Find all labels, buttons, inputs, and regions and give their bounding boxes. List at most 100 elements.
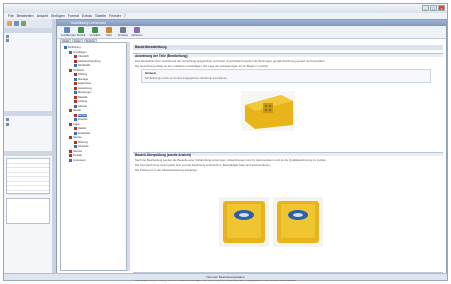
application-window: – □ × File Bearbeiten Ansicht Einfügen Forma…: [3, 3, 448, 282]
grid-cell: [7, 159, 8, 163]
toolbar-icon-2[interactable]: [14, 21, 19, 26]
title-bar: – □ ×: [4, 4, 447, 13]
help-toolbar-label: Start: [106, 33, 112, 37]
page-icon: [74, 100, 77, 103]
tree-node-label: Auswertung: [78, 86, 92, 90]
tree-node[interactable]: Hinweise: [74, 145, 89, 148]
page-icon: [74, 59, 77, 63]
tree-node-label: Werkstoffe: [78, 64, 91, 67]
grid-cell: [7, 182, 8, 186]
page-icon: [74, 73, 77, 76]
tree-node-label: Einführung: [68, 46, 81, 49]
toolbar-icon-1[interactable]: [7, 21, 12, 26]
tree-node-label: Geräte: [73, 109, 81, 112]
note-text: Die Bohrungen sind nur mit dem freigegeb…: [145, 77, 228, 80]
tree-node[interactable]: Kontakt: [69, 154, 82, 157]
left-panel-row[interactable]: [6, 35, 50, 38]
page-icon: [74, 86, 77, 90]
help-toolbar-button[interactable]: Zurück: [75, 27, 87, 37]
help-window-title: Ausbildung Lernmodul: [71, 21, 106, 25]
left-panel-grid[interactable]: [6, 158, 50, 195]
tree-node[interactable]: Anhang: [74, 100, 87, 103]
tree-node[interactable]: Arbeitsvorbereitung: [74, 59, 101, 63]
left-panel-grid-2[interactable]: [6, 198, 50, 224]
paragraph-2b: Die Kennzeichnung muss lesbar sein und d…: [135, 163, 271, 167]
tree-node[interactable]: Messungen: [74, 91, 91, 94]
left-panel-section: [4, 151, 52, 156]
tree-node[interactable]: Glossar: [74, 104, 87, 108]
part-image-1: [241, 91, 295, 131]
page-icon: [74, 127, 77, 130]
tree-node[interactable]: Montage: [74, 77, 89, 81]
tree-node[interactable]: Bauteile: [74, 95, 87, 99]
help-toolbar-button[interactable]: Ausblenden: [61, 27, 76, 37]
tree-node-label: Montage: [78, 77, 89, 81]
tree-node[interactable]: Auswertung: [74, 86, 92, 90]
left-panel-row[interactable]: [6, 123, 50, 126]
help-toolbar-label: Optionen: [131, 33, 143, 37]
tree-node[interactable]: Ersatzteile: [74, 131, 91, 135]
tree-node-label: Wartung: [78, 140, 88, 144]
left-panel-row[interactable]: [6, 39, 50, 42]
toolbar-icon-3[interactable]: [21, 21, 26, 26]
tree-node[interactable]: Beispiel: [74, 113, 88, 117]
tree-node-label: Impressum: [73, 158, 86, 162]
item-icon: [6, 123, 9, 126]
tree-node[interactable]: Grundlagen: [69, 50, 87, 54]
content-pane: Bauteilbearbeitung Anordnung der Teile (…: [131, 42, 443, 282]
book-icon: [69, 158, 72, 162]
tree-node-label: Ersatzteile: [78, 131, 91, 135]
tree-node[interactable]: Verfahren: [69, 68, 84, 72]
tree-node-label: Hinweise: [78, 145, 89, 148]
tree-node-label: Übersicht: [78, 55, 89, 58]
minimize-button[interactable]: –: [422, 5, 429, 11]
paragraph-1: Das Werkstück wird zunächst auf der Vorr…: [135, 59, 326, 63]
page-icon: [74, 82, 77, 85]
tree-node[interactable]: Service: [69, 136, 82, 139]
tree-node[interactable]: Prüfung: [74, 73, 87, 76]
tree-node[interactable]: Übersicht: [74, 55, 89, 58]
page-icon: [74, 113, 77, 117]
help-toolbar: Ausblenden Zurück Vorwärts Start Drucken Opti…: [57, 26, 446, 39]
help-toolbar-label: Ausblenden: [61, 33, 76, 37]
grid-cell: [7, 173, 8, 177]
book-icon: [69, 136, 72, 139]
book-icon: [69, 154, 72, 157]
tree-node[interactable]: Wartung: [74, 140, 88, 144]
close-button[interactable]: ×: [438, 5, 445, 11]
maximize-button[interactable]: □: [430, 5, 437, 11]
book-icon: [69, 149, 72, 153]
tree-node-label: Kontakt: [73, 154, 82, 157]
help-toolbar-button[interactable]: Start: [103, 27, 115, 37]
tree-node[interactable]: Lager: [69, 122, 80, 126]
folder-icon: [6, 39, 9, 42]
page-icon: [74, 104, 77, 108]
tree-node[interactable]: Einführung: [64, 46, 81, 49]
help-toolbar-label: Vorwärts: [89, 33, 101, 37]
tree-node[interactable]: Zubehör: [74, 118, 88, 121]
grid-row[interactable]: [7, 191, 49, 195]
tree-node-label: Anhang: [78, 100, 87, 103]
tree-node[interactable]: Impressum: [69, 158, 86, 162]
help-toolbar-button[interactable]: Optionen: [131, 27, 143, 37]
tree-node[interactable]: Geräte: [69, 109, 81, 112]
tree-node[interactable]: Werkstoffe: [74, 64, 90, 67]
contents-tree[interactable]: Einführung Grundlagen Übersicht Arbeitsvorb…: [60, 42, 127, 271]
grid-cell: [7, 186, 8, 190]
paragraph-1b: Die Ausrichtung erfolgt an den markierte…: [135, 64, 269, 68]
help-toolbar-button[interactable]: Vorwärts: [89, 27, 101, 37]
pane-splitter[interactable]: [127, 42, 130, 271]
page-icon: [74, 145, 77, 148]
page-icon: [74, 55, 77, 58]
left-panel-row[interactable]: [6, 118, 50, 121]
tree-node-label: Ergebnisse: [78, 82, 91, 85]
tree-node[interactable]: Normen: [69, 149, 82, 153]
book-icon: [69, 109, 72, 112]
tree-node-label: Grundlagen: [73, 50, 87, 54]
tree-node-label: Service: [73, 136, 82, 139]
tree-node[interactable]: Details: [74, 127, 86, 130]
grid-cell: [7, 168, 8, 172]
tree-node[interactable]: Ergebnisse: [74, 82, 91, 85]
help-toolbar-button[interactable]: Drucken: [117, 27, 129, 37]
paragraph-2: Nach der Bearbeitung werden die Bauteile…: [135, 158, 327, 162]
